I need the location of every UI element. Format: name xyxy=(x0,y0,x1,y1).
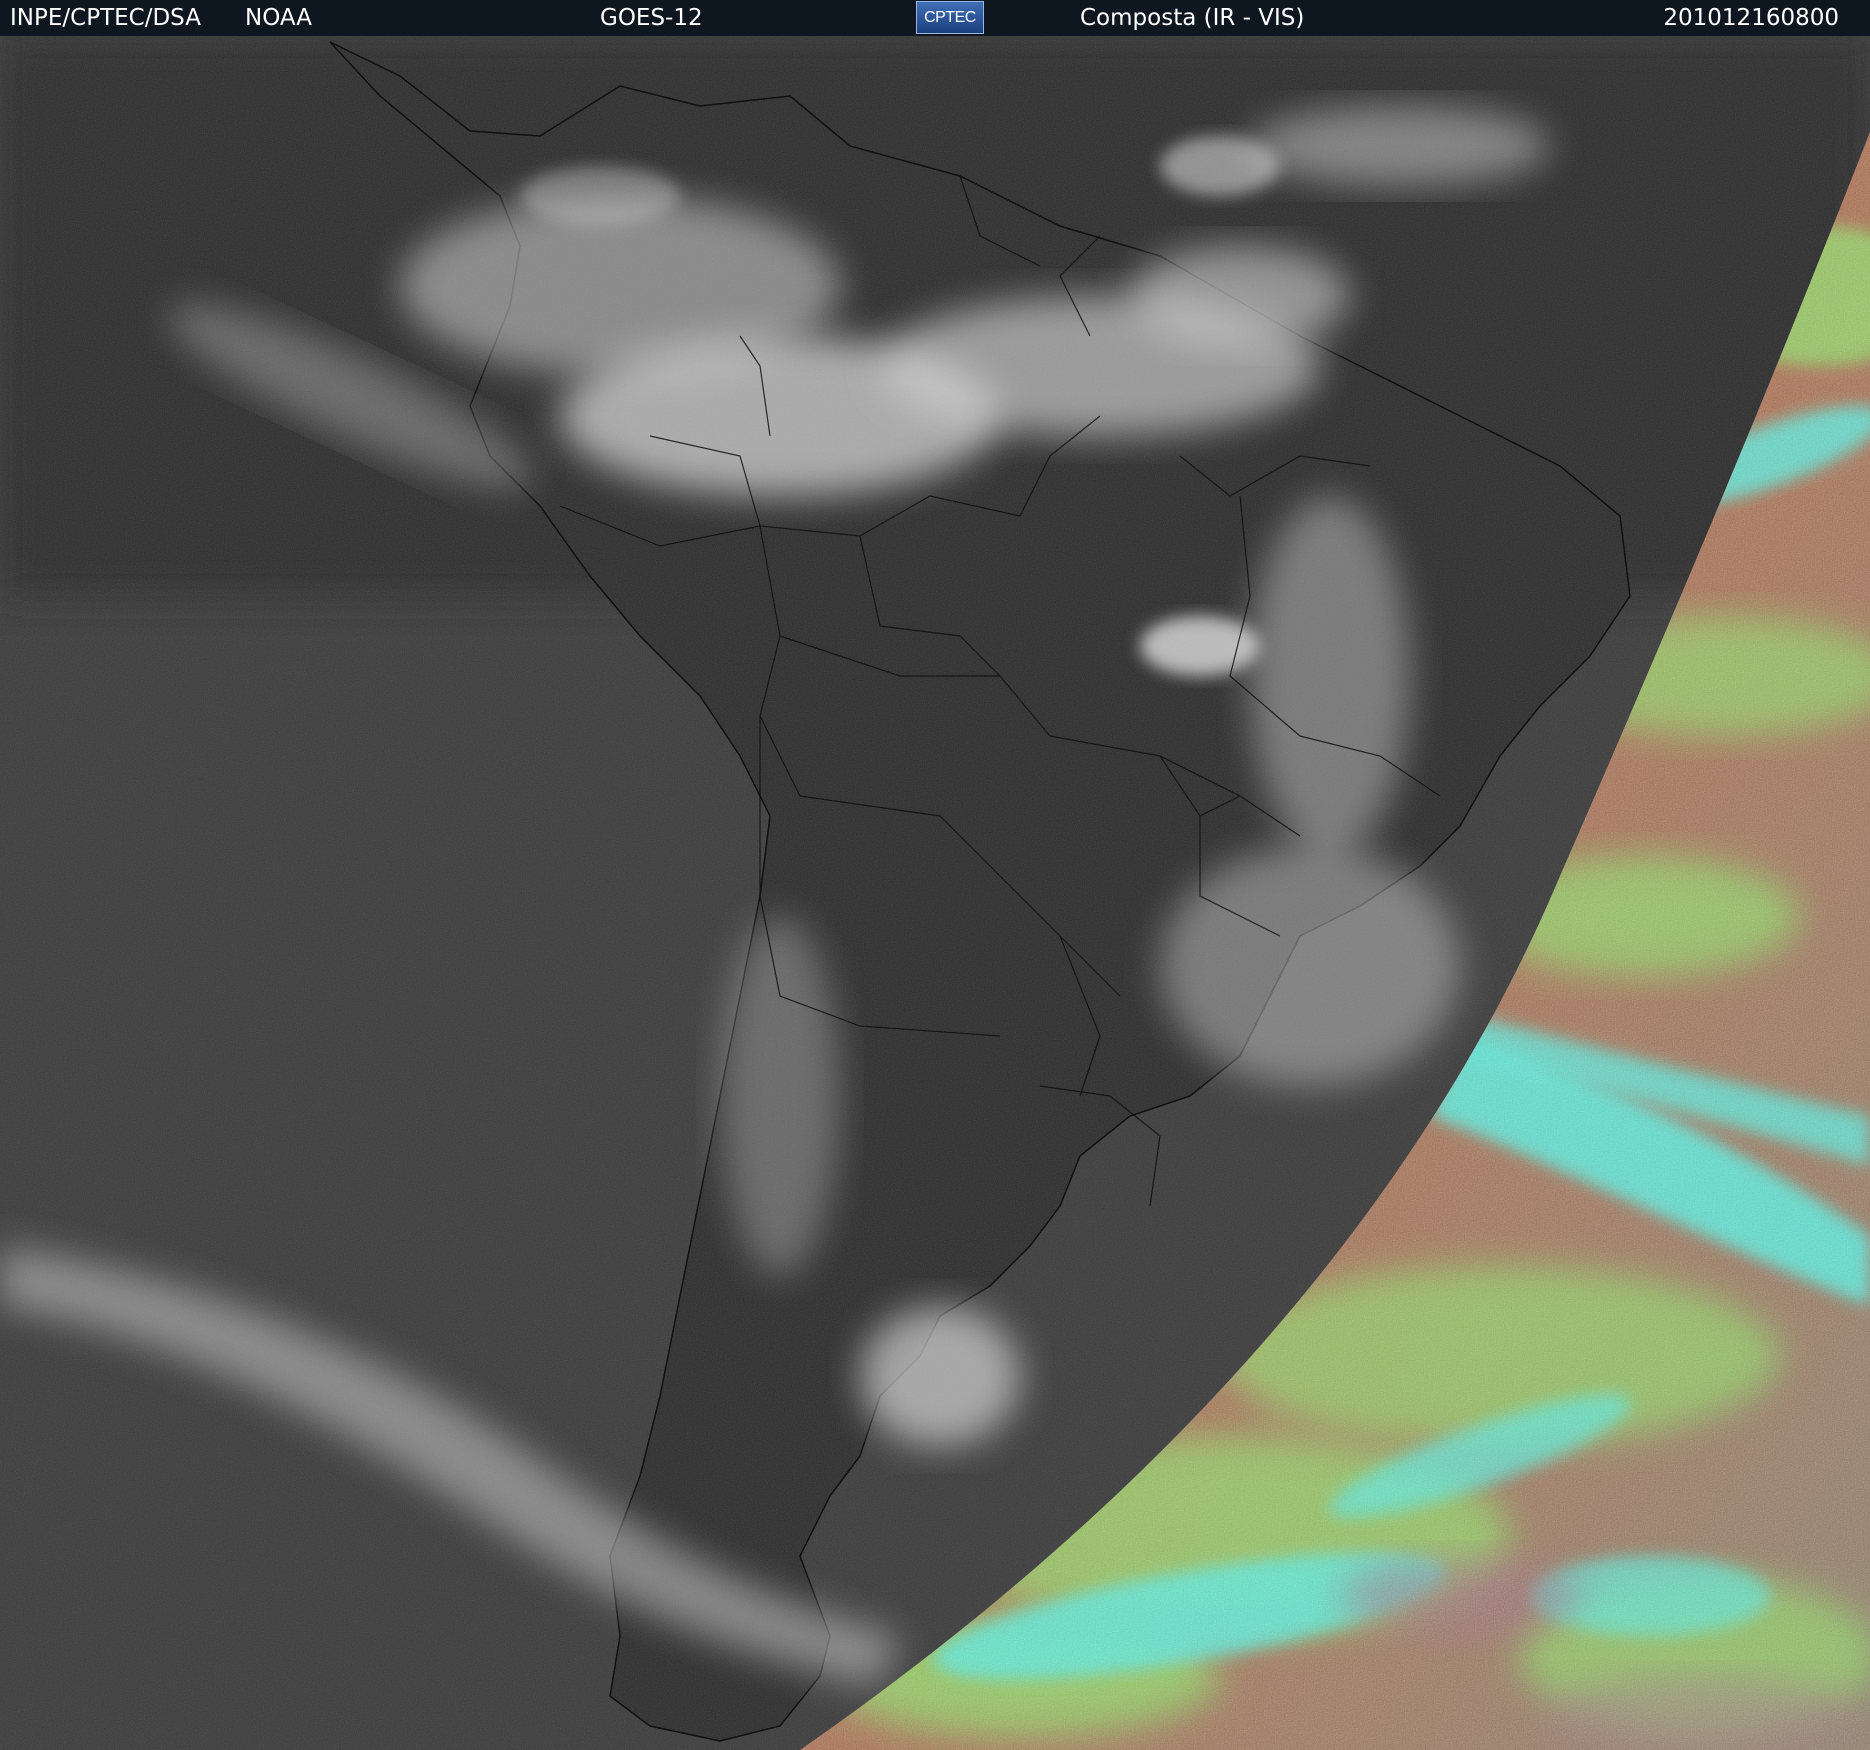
satellite-image xyxy=(0,36,1870,1750)
source-label: INPE/CPTEC/DSA xyxy=(10,5,201,31)
timestamp-label: 201012160800 xyxy=(1663,5,1839,31)
cptec-logo-text: CPTEC xyxy=(924,9,976,26)
cptec-logo: CPTEC xyxy=(916,1,984,34)
product-label: Composta (IR - VIS) xyxy=(1080,5,1305,31)
satellite-label: GOES-12 xyxy=(600,5,703,31)
image-header: INPE/CPTEC/DSA NOAA GOES-12 CPTEC Compos… xyxy=(0,0,1870,36)
satellite-composite xyxy=(0,36,1870,1750)
agency-label: NOAA xyxy=(245,5,313,31)
